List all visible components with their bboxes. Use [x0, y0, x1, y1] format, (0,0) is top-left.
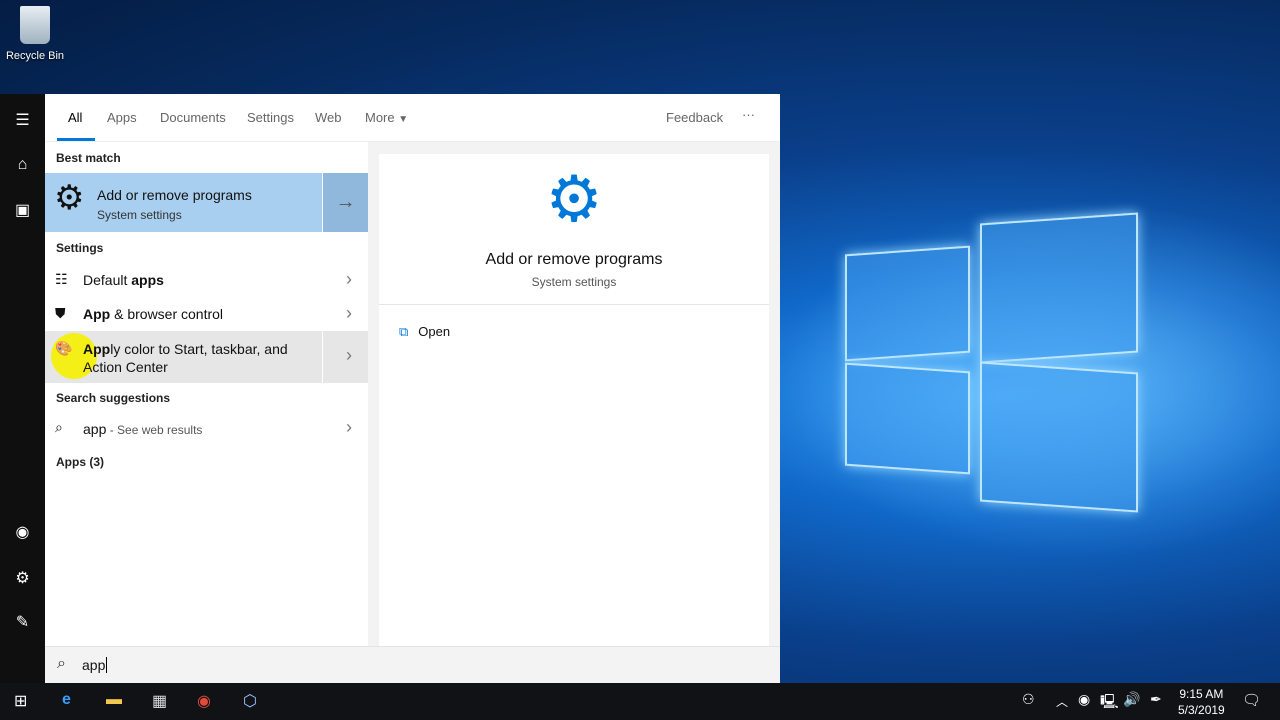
more-options-button[interactable]: ···: [742, 107, 755, 122]
record-icon[interactable]: ◉: [1078, 691, 1090, 708]
suggestion-label: app - See web results: [83, 421, 202, 437]
preview-pane: ⚙ Add or remove programs System settings…: [368, 142, 780, 646]
settings-gear-icon[interactable]: ⚙: [0, 568, 45, 588]
palette-icon: 🎨: [55, 340, 73, 356]
people-icon[interactable]: ⚇: [1022, 691, 1035, 708]
chevron-right-icon[interactable]: ›: [346, 303, 352, 324]
chrome-icon[interactable]: ◉: [197, 691, 211, 711]
tab-more[interactable]: More ▼: [365, 110, 408, 125]
pen-icon[interactable]: ✒: [1150, 691, 1162, 708]
wallpaper-window-pane: [845, 245, 970, 362]
wallpaper-window-pane: [980, 212, 1138, 364]
label-match: App: [83, 341, 111, 357]
windows-start-icon[interactable]: ⊞: [14, 691, 27, 711]
caret-down-icon: ▼: [398, 114, 409, 125]
user-avatar[interactable]: ◉: [0, 522, 45, 542]
volume-icon[interactable]: 🔊: [1123, 691, 1140, 708]
clock-time: 9:15 AM: [1179, 687, 1224, 701]
preview-card: ⚙ Add or remove programs System settings…: [379, 154, 769, 646]
settings-item-app-browser-control[interactable]: ⛊ App & browser control ›: [45, 300, 368, 330]
suggestion-hint: - See web results: [106, 423, 203, 437]
store-icon[interactable]: ▦: [152, 691, 167, 711]
suggestion-query: app: [83, 421, 107, 437]
results-list: Best match ⚙ Add or remove programs Syst…: [45, 142, 368, 646]
feedback-link[interactable]: Feedback: [666, 110, 723, 125]
tab-more-label: More: [365, 110, 395, 125]
recycle-bin-icon: [20, 6, 50, 44]
settings-item-default-apps[interactable]: ☷ Default apps ›: [45, 266, 368, 296]
active-tab-indicator: [57, 138, 95, 141]
hamburger-menu-icon[interactable]: ☰: [0, 110, 45, 130]
tab-web[interactable]: Web: [315, 110, 342, 125]
search-box[interactable]: ⌕ app: [45, 646, 780, 683]
divider: [379, 304, 769, 305]
chevron-right-icon[interactable]: ›: [346, 269, 352, 290]
open-icon: ⧉: [399, 324, 409, 339]
feedback-hub-icon[interactable]: ✎: [0, 612, 45, 632]
action-center-icon[interactable]: 🗨: [1242, 691, 1261, 709]
wallpaper-window-pane: [980, 361, 1138, 513]
label-match: apps: [131, 272, 164, 288]
apps-header[interactable]: Apps (3): [56, 455, 104, 469]
search-panel: All Apps Documents Settings Web More ▼ F…: [45, 94, 780, 683]
tab-settings[interactable]: Settings: [247, 110, 294, 125]
expand-button[interactable]: ›: [322, 331, 368, 383]
taskbar: ⊞ e ▬ ▦ ◉ ⬡ ⚇ ︿ ◉ 🖳 🔊 ✒ 9:15 AM 5/3/2019…: [0, 683, 1280, 720]
settings-header: Settings: [56, 241, 104, 255]
start-rail: ☰ ⌂ ▣ ◉ ⚙ ✎: [0, 94, 45, 683]
best-match-title: Add or remove programs: [97, 187, 252, 203]
label-text: Default: [83, 272, 132, 288]
best-match-header: Best match: [56, 151, 121, 165]
label-text: & browser control: [110, 306, 224, 322]
recycle-bin[interactable]: Recycle Bin: [4, 6, 66, 62]
item-label: Default apps: [83, 272, 164, 288]
recycle-bin-label: Recycle Bin: [5, 50, 65, 62]
file-explorer-icon[interactable]: ▬: [106, 691, 122, 709]
open-label: Open: [418, 324, 451, 339]
search-icon: ⌕: [57, 655, 66, 672]
open-action[interactable]: ⧉ Open: [399, 324, 450, 340]
shield-icon: ⛊: [55, 305, 66, 321]
best-match-subtitle: System settings: [97, 208, 182, 222]
tab-documents[interactable]: Documents: [160, 110, 226, 125]
web-suggestion-item[interactable]: ⌕ app - See web results ›: [45, 414, 368, 444]
network-icon[interactable]: 🖳: [1100, 691, 1119, 715]
preview-subtitle: System settings: [531, 275, 617, 289]
clock[interactable]: 9:15 AM 5/3/2019: [1178, 686, 1225, 718]
settings-item-apply-color[interactable]: 🎨 Apply color to Start, taskbar, and Act…: [45, 331, 368, 383]
home-icon[interactable]: ⌂: [0, 156, 45, 174]
search-tabs: All Apps Documents Settings Web More ▼ F…: [45, 94, 780, 142]
open-arrow-button[interactable]: →: [322, 173, 368, 232]
chevron-right-icon[interactable]: ›: [346, 417, 352, 438]
edge-icon[interactable]: e: [62, 691, 71, 709]
search-input[interactable]: app: [82, 657, 108, 673]
search-suggestions-header: Search suggestions: [56, 391, 171, 405]
chevron-up-icon[interactable]: ︿: [1056, 693, 1068, 710]
virtualbox-icon[interactable]: ⬡: [243, 691, 257, 711]
clock-date: 5/3/2019: [1178, 703, 1225, 717]
notebook-icon[interactable]: ▣: [0, 200, 45, 220]
chevron-right-icon: ›: [346, 345, 352, 365]
tab-apps[interactable]: Apps: [107, 110, 137, 125]
label-match: App: [83, 306, 111, 322]
gear-icon: ⚙: [54, 179, 85, 217]
label-text: ly color to Start, taskbar, and Action C…: [83, 341, 288, 375]
search-icon: ⌕: [55, 419, 63, 435]
preview-title: Add or remove programs: [485, 251, 663, 268]
tab-all[interactable]: All: [68, 110, 82, 125]
gear-icon: ⚙: [545, 163, 603, 235]
item-label: Apply color to Start, taskbar, and Actio…: [83, 340, 313, 376]
list-icon: ☷: [55, 271, 68, 287]
best-match-item[interactable]: ⚙ Add or remove programs System settings…: [45, 173, 368, 232]
wallpaper-window-pane: [845, 362, 970, 475]
item-label: App & browser control: [83, 306, 223, 322]
